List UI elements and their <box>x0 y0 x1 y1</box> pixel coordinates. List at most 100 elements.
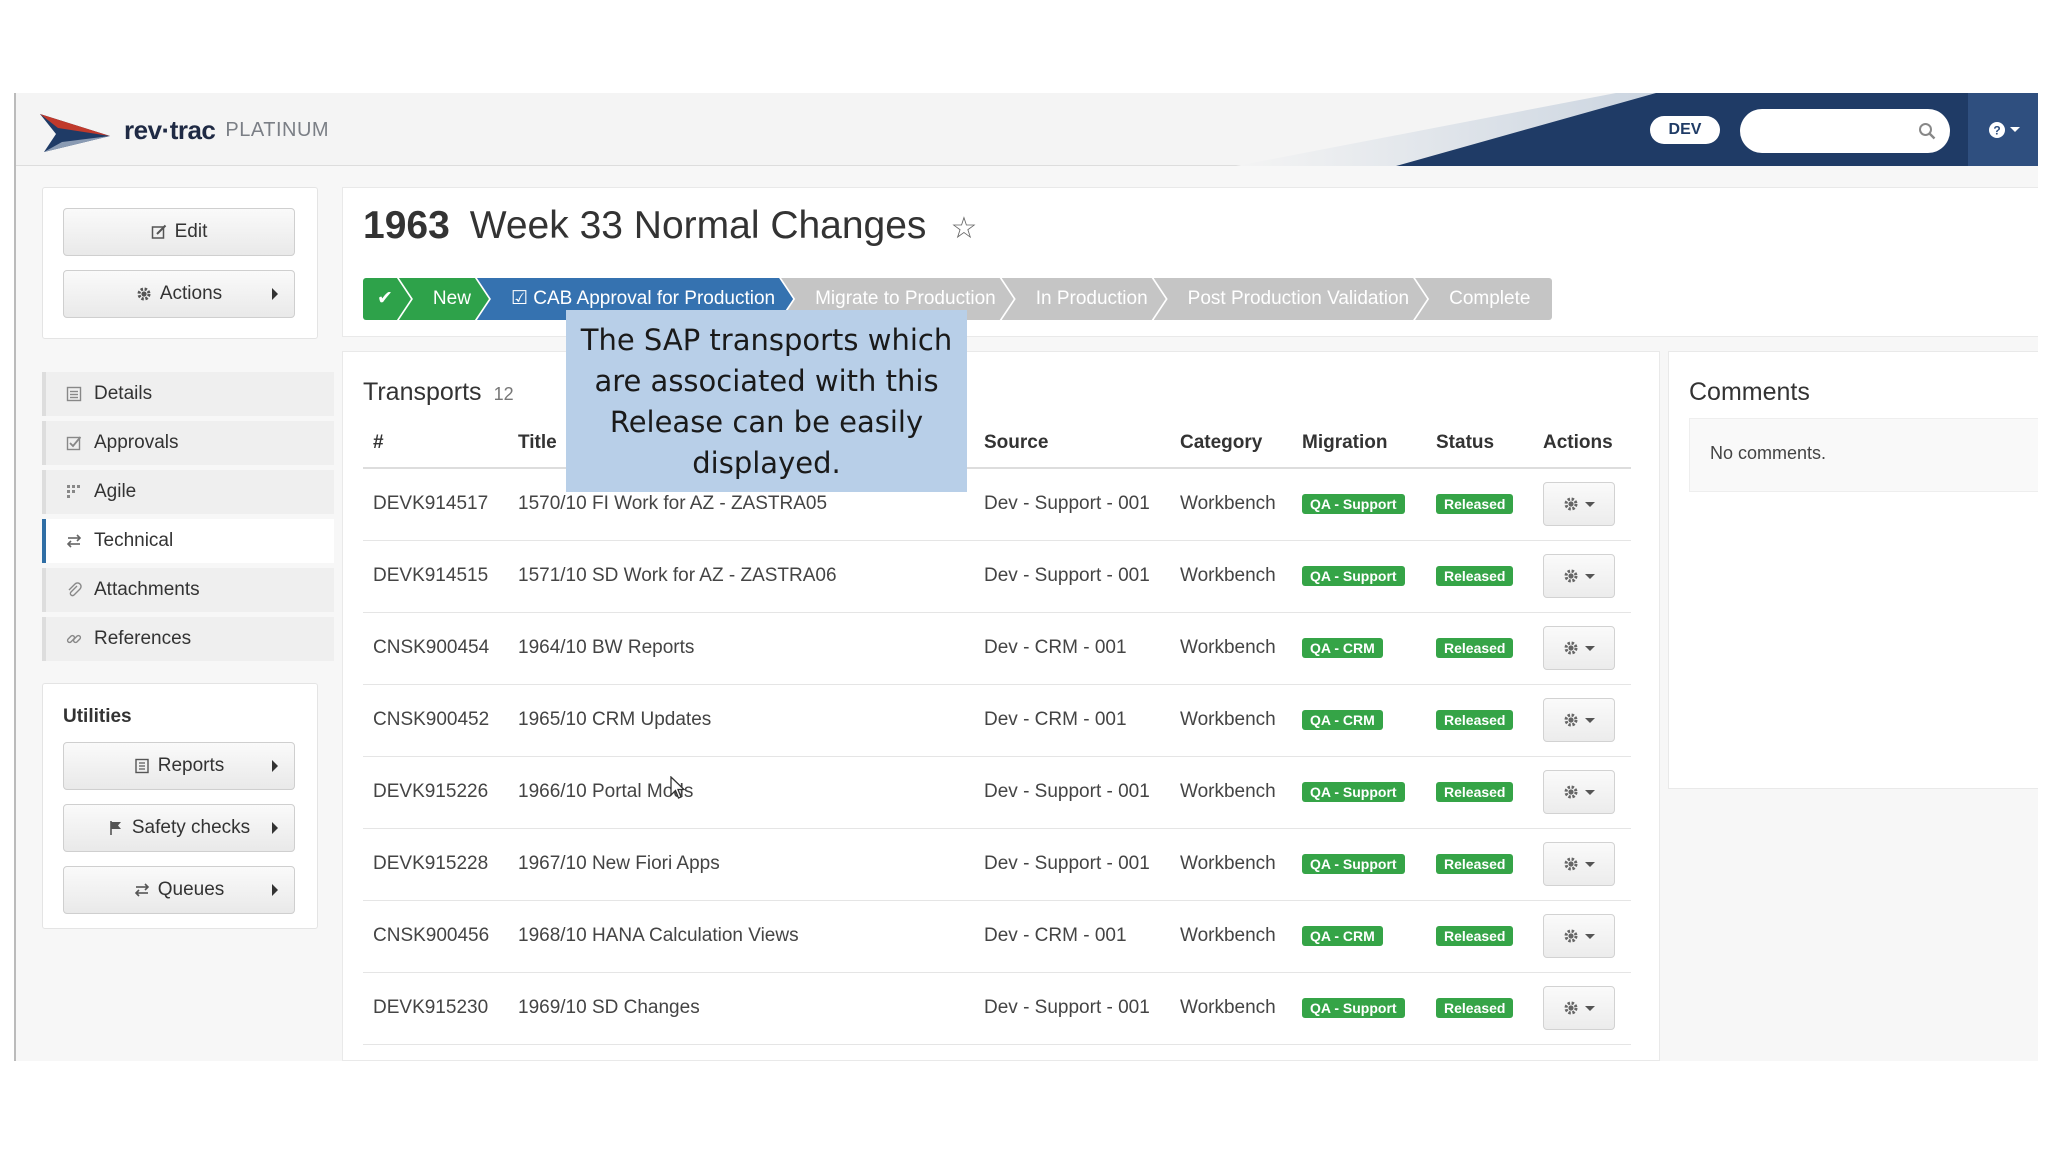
nav-item-details[interactable]: Details <box>42 372 334 416</box>
caret-right-icon <box>272 822 278 834</box>
status-badge: Released <box>1436 854 1514 874</box>
transport-title[interactable]: 1968/10 HANA Calculation Views <box>508 900 974 973</box>
app-window: rev·trac PLATINUM DEV ? Edit Actions Det… <box>14 93 2038 1061</box>
status-cell: Released <box>1426 540 1533 613</box>
actions-button[interactable]: Actions <box>63 270 295 318</box>
search-input[interactable] <box>1756 109 1916 153</box>
check-square-icon <box>66 436 82 451</box>
migration-badge: QA - Support <box>1302 998 1405 1018</box>
gear-icon <box>1564 569 1578 583</box>
step-new[interactable]: New <box>399 278 489 320</box>
row-actions-button[interactable] <box>1543 986 1615 1030</box>
actions-cell <box>1533 612 1631 685</box>
column-header-migration[interactable]: Migration <box>1292 418 1426 469</box>
logo-text: rev·trac <box>124 114 216 145</box>
column-header-category[interactable]: Category <box>1170 418 1292 469</box>
step-complete[interactable]: Complete <box>1415 278 1553 320</box>
row-actions-button[interactable] <box>1543 914 1615 958</box>
step-in-production[interactable]: In Production <box>1002 278 1166 320</box>
transport-id[interactable]: DEVK914515 <box>363 540 508 613</box>
step-label: CAB Approval for Production <box>533 288 776 309</box>
transport-category: Workbench <box>1170 468 1292 541</box>
column-header-source[interactable]: Source <box>974 418 1170 469</box>
revtrac-logo[interactable]: rev·trac PLATINUM <box>38 105 329 155</box>
table-row[interactable]: DEVK915226 1966/10 Portal Mods Dev - Suppo… <box>363 756 1631 829</box>
status-cell: Released <box>1426 900 1533 973</box>
row-actions-button[interactable] <box>1543 482 1615 527</box>
transport-id[interactable]: CNSK900452 <box>363 684 508 757</box>
actions-cell <box>1533 756 1631 829</box>
transport-id[interactable]: DEVK915226 <box>363 756 508 829</box>
nav-item-technical[interactable]: Technical <box>42 519 334 563</box>
callout-line: Release can be easily <box>609 405 924 439</box>
edit-button[interactable]: Edit <box>63 208 295 256</box>
migration-badge: QA - Support <box>1302 494 1405 515</box>
transport-category: Workbench <box>1170 972 1292 1045</box>
row-actions-button[interactable] <box>1543 554 1615 598</box>
row-actions-button[interactable] <box>1543 770 1615 814</box>
svg-text:?: ? <box>1993 123 2000 137</box>
nav-label: Details <box>94 383 153 404</box>
column-header-id[interactable]: # <box>363 418 508 469</box>
transports-table-body: DEVK914517 1570/10 FI Work for AZ - ZASTR… <box>363 468 1631 1045</box>
step-post-production-validation[interactable]: Post Production Validation <box>1154 278 1427 320</box>
table-row[interactable]: DEVK915228 1967/10 New Fiori Apps Dev - Su… <box>363 828 1631 901</box>
queues-button[interactable]: Queues <box>63 866 295 914</box>
table-row[interactable]: DEVK914517 1570/10 FI Work for AZ - ZASTR… <box>363 468 1631 541</box>
gear-icon <box>1564 497 1578 511</box>
actions-cell <box>1533 900 1631 973</box>
report-icon <box>135 758 149 774</box>
nav-item-references[interactable]: References <box>42 617 334 661</box>
transport-title[interactable]: 1967/10 New Fiori Apps <box>508 828 974 901</box>
safety-checks-button[interactable]: Safety checks <box>63 804 295 852</box>
table-row[interactable]: DEVK915230 1969/10 SD Changes Dev - Suppor… <box>363 972 1631 1045</box>
status-badge: Released <box>1436 926 1514 946</box>
transport-id[interactable]: DEVK915228 <box>363 828 508 901</box>
column-header-actions: Actions <box>1533 418 1631 469</box>
gear-icon <box>1564 641 1578 655</box>
transport-title[interactable]: 1969/10 SD Changes <box>508 972 974 1045</box>
favorite-star-icon[interactable]: ☆ <box>950 211 977 246</box>
transport-source: Dev - CRM - 001 <box>974 612 1170 685</box>
comments-empty-text: No comments. <box>1689 418 2038 492</box>
row-actions-button[interactable] <box>1543 842 1615 886</box>
row-actions-button[interactable] <box>1543 698 1615 742</box>
chevron-down-icon <box>1585 933 1595 939</box>
transport-title[interactable]: 1965/10 CRM Updates <box>508 684 974 757</box>
transport-id[interactable]: DEVK915230 <box>363 972 508 1045</box>
nav-item-attachments[interactable]: Attachments <box>42 568 334 612</box>
chevron-down-icon <box>1585 717 1595 723</box>
migration-cell: QA - Support <box>1292 540 1426 613</box>
list-icon <box>66 386 82 402</box>
nav-item-agile[interactable]: Agile <box>42 470 334 514</box>
gear-icon <box>137 287 151 301</box>
table-row[interactable]: DEVK914515 1571/10 SD Work for AZ - ZASTR… <box>363 540 1631 613</box>
global-search[interactable] <box>1740 109 1950 153</box>
transport-source: Dev - Support - 001 <box>974 972 1170 1045</box>
page-title: 1963 Week 33 Normal Changes ☆ <box>363 204 977 248</box>
status-cell: Released <box>1426 828 1533 901</box>
nav-item-approvals[interactable]: Approvals <box>42 421 334 465</box>
transport-category: Workbench <box>1170 540 1292 613</box>
transport-id[interactable]: DEVK914517 <box>363 468 508 541</box>
gear-icon <box>1564 785 1578 799</box>
nav-label: Agile <box>94 481 137 502</box>
column-header-status[interactable]: Status <box>1426 418 1533 469</box>
search-icon[interactable] <box>1918 122 1936 140</box>
reports-button[interactable]: Reports <box>63 742 295 790</box>
row-actions-button[interactable] <box>1543 626 1615 670</box>
transport-id[interactable]: CNSK900454 <box>363 612 508 685</box>
actions-cell <box>1533 540 1631 613</box>
table-row[interactable]: CNSK900454 1964/10 BW Reports Dev - CRM - … <box>363 612 1631 685</box>
help-menu-button[interactable]: ? <box>1968 93 2038 166</box>
transport-title[interactable]: 1964/10 BW Reports <box>508 612 974 685</box>
chevron-down-icon <box>1585 501 1595 507</box>
transport-title[interactable]: 1966/10 Portal Mods <box>508 756 974 829</box>
transport-id[interactable]: CNSK900456 <box>363 900 508 973</box>
actions-panel: Edit Actions <box>42 187 318 339</box>
table-row[interactable]: CNSK900452 1965/10 CRM Updates Dev - CRM -… <box>363 684 1631 757</box>
comments-panel: Comments No comments. <box>1668 351 2038 789</box>
transport-title[interactable]: 1571/10 SD Work for AZ - ZASTRA06 <box>508 540 974 613</box>
table-row[interactable]: CNSK900456 1968/10 HANA Calculation Views… <box>363 900 1631 973</box>
help-icon: ? <box>1989 121 2005 138</box>
